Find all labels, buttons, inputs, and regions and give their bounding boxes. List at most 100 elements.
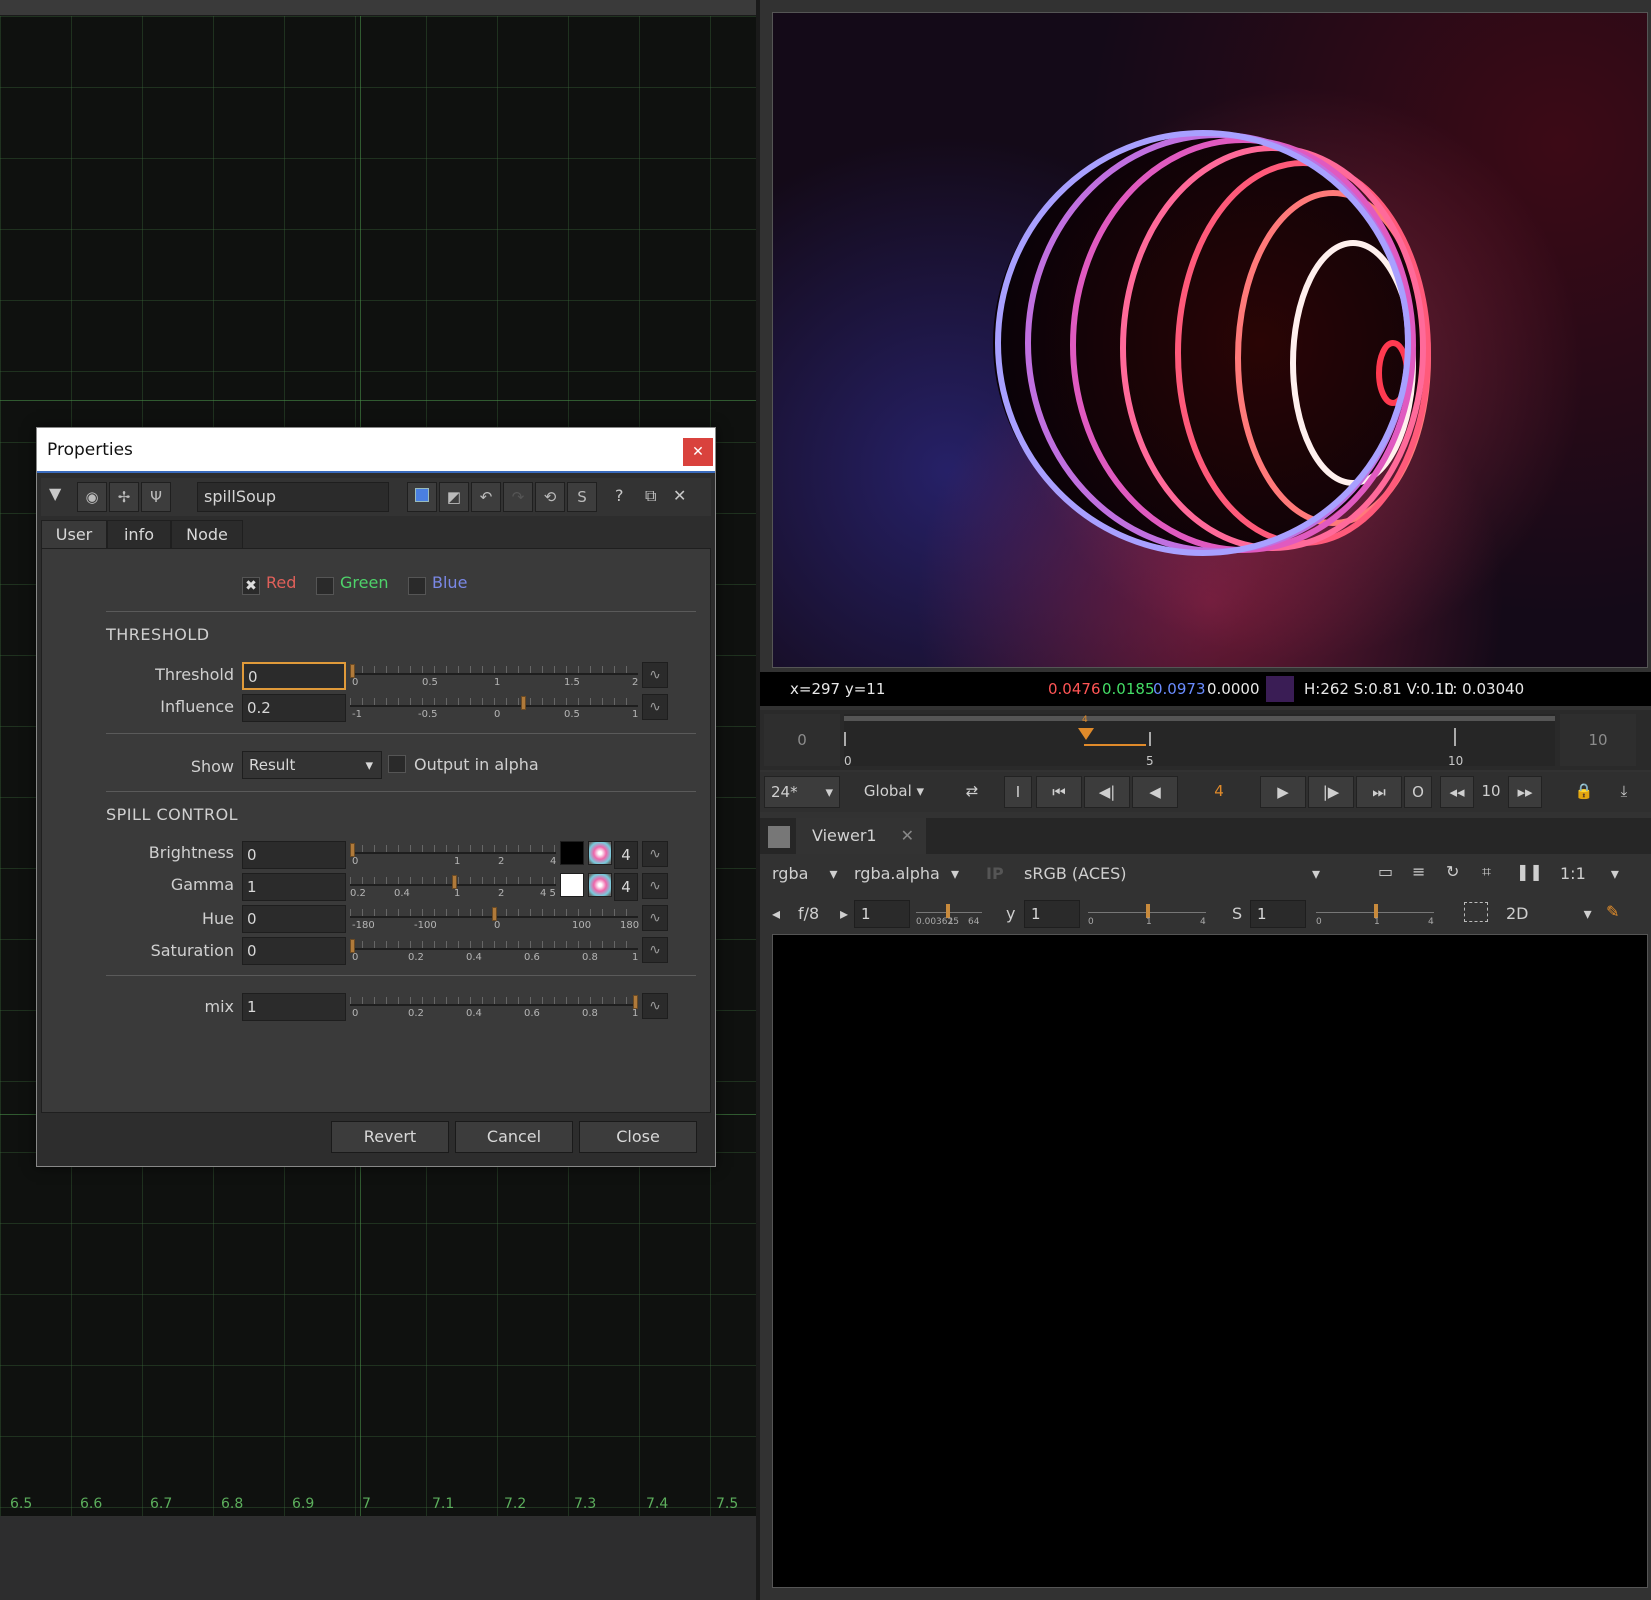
playhead-marker-icon[interactable] — [1078, 728, 1094, 740]
gamma-color-swatch[interactable] — [560, 873, 584, 897]
gamma-field[interactable]: 1 — [1024, 900, 1080, 928]
last-frame-button[interactable]: ⏭ — [1356, 776, 1402, 808]
gamma-slider[interactable]: 0.2 0.4 1 2 4 5 — [350, 873, 556, 901]
step-increment-field[interactable]: 10 — [1476, 776, 1506, 808]
influence-slider[interactable]: -1 -0.5 0 0.5 1 — [350, 694, 638, 722]
slider-knob[interactable] — [1146, 904, 1150, 918]
threshold-input[interactable]: 0 — [242, 662, 346, 690]
slider-knob[interactable] — [350, 664, 355, 678]
red-checkbox[interactable]: ✖ — [242, 577, 260, 595]
saturation-slider[interactable]: 0 1 4 — [1316, 900, 1434, 928]
undo-button[interactable]: ↶ — [471, 482, 501, 512]
input-process-toggle[interactable]: IP — [986, 864, 1004, 883]
gain-field[interactable]: 1 — [854, 900, 910, 928]
saturation-animation-button[interactable]: ∿ — [642, 937, 668, 963]
frame-range-mode-dropdown[interactable]: Global ▾ — [844, 776, 944, 808]
influence-input[interactable]: 0.2 — [242, 694, 346, 722]
hue-input[interactable]: 0 — [242, 905, 346, 933]
slider-knob[interactable] — [492, 907, 497, 921]
fstop-decrease-icon[interactable]: ◂ — [772, 904, 780, 923]
help-icon[interactable]: ? — [615, 486, 624, 505]
viewer-image[interactable] — [772, 12, 1648, 668]
mix-input[interactable]: 1 — [242, 993, 346, 1021]
gamma-input[interactable]: 1 — [242, 873, 346, 901]
threshold-animation-button[interactable]: ∿ — [642, 662, 668, 688]
saturation-field[interactable]: 1 — [1250, 900, 1306, 928]
fps-dropdown[interactable]: 24* ▾ — [764, 776, 840, 808]
view-mode-dropdown[interactable]: 2D ▾ — [1506, 904, 1592, 923]
color-wheel-icon[interactable] — [588, 841, 612, 865]
slider-knob[interactable] — [350, 939, 355, 953]
lines-icon[interactable]: ≡ — [1412, 862, 1425, 881]
gamma-channel-count[interactable]: 4 — [614, 873, 638, 901]
lock-range-button[interactable]: 🔒 — [1566, 776, 1602, 808]
gamma-slider[interactable]: 0 1 4 — [1088, 900, 1206, 928]
slider-knob[interactable] — [350, 843, 355, 857]
bypass-button[interactable]: ✢ — [109, 482, 139, 512]
refresh-icon[interactable]: ↻ — [1446, 862, 1459, 881]
close-icon[interactable]: ✕ — [901, 818, 914, 854]
step-forward-button[interactable]: ▸▸ — [1508, 776, 1542, 808]
brightness-slider[interactable]: 0 1 2 4 — [350, 841, 556, 869]
tab-user[interactable]: User — [41, 520, 107, 550]
timeline-track[interactable]: 4 0 5 10 — [844, 714, 1555, 768]
close-button[interactable]: Close — [579, 1121, 697, 1153]
prev-keyframe-button[interactable]: ◀| — [1084, 776, 1130, 808]
saturation-slider[interactable]: 0 0.2 0.4 0.6 0.8 1 — [350, 937, 638, 965]
play-backward-button[interactable]: ◀ — [1132, 776, 1178, 808]
saturation-input[interactable]: 0 — [242, 937, 346, 965]
timeline-end-frame[interactable]: 10 — [1560, 714, 1636, 766]
brightness-channel-count[interactable]: 4 — [614, 841, 638, 869]
color-picker-icon[interactable]: ✎ — [1606, 902, 1619, 921]
next-keyframe-button[interactable]: |▶ — [1308, 776, 1354, 808]
slider-knob[interactable] — [633, 995, 638, 1009]
tab-node[interactable]: Node — [171, 520, 243, 550]
revert-button[interactable]: ⟲ — [535, 482, 565, 512]
gamma-animation-button[interactable]: ∿ — [642, 873, 668, 899]
alpha-channel-dropdown[interactable]: rgba.alpha ▾ — [854, 864, 959, 883]
out-point-button[interactable]: O — [1404, 776, 1432, 808]
tile-color-button[interactable] — [407, 482, 437, 512]
node-color-button[interactable]: ◉ — [77, 482, 107, 512]
slider-knob[interactable] — [946, 904, 950, 918]
slider-knob[interactable] — [452, 875, 457, 889]
edit-button[interactable]: ◩ — [439, 482, 469, 512]
redo-button[interactable]: ↷ — [503, 482, 533, 512]
slider-knob[interactable] — [521, 696, 526, 710]
brightness-input[interactable]: 0 — [242, 841, 346, 869]
pause-icon[interactable]: ❚❚ — [1516, 862, 1543, 881]
color-wheel-icon[interactable] — [588, 873, 612, 897]
collapse-icon[interactable]: ▼ — [49, 484, 61, 503]
colorspace-dropdown[interactable]: sRGB (ACES) — [1024, 864, 1127, 883]
float-icon[interactable]: ⧉ — [645, 486, 656, 506]
fstop-increase-icon[interactable]: ▸ — [840, 904, 848, 923]
hue-animation-button[interactable]: ∿ — [642, 905, 668, 931]
brightness-color-swatch[interactable] — [560, 841, 584, 865]
step-back-button[interactable]: ◂◂ — [1440, 776, 1474, 808]
roi-icon[interactable] — [1464, 902, 1488, 922]
in-point-button[interactable]: I — [1004, 776, 1032, 808]
zoom-dropdown[interactable]: 1:1 ▾ — [1560, 864, 1619, 883]
revert-button[interactable]: Revert — [331, 1121, 449, 1153]
playback-mode-button[interactable]: ⇄ — [952, 776, 992, 808]
cancel-button[interactable]: Cancel — [455, 1121, 573, 1153]
gain-slider[interactable]: 0.003625 1 64 — [916, 900, 982, 928]
threshold-slider[interactable]: 0 0.5 1 1.5 2 — [350, 662, 638, 690]
playback-settings-button[interactable]: ⤓ — [1606, 776, 1642, 808]
mix-slider[interactable]: 0 0.2 0.4 0.6 0.8 1 — [350, 993, 638, 1021]
script-button[interactable]: S — [567, 482, 597, 512]
first-frame-button[interactable]: ⏮ — [1036, 776, 1082, 808]
current-frame-field[interactable]: 4 — [1182, 776, 1256, 808]
tab-viewer1[interactable]: Viewer1 ✕ — [796, 818, 926, 854]
channels-dropdown[interactable]: rgba ▾ — [772, 864, 838, 883]
node-settings-button[interactable]: Ψ — [141, 482, 171, 512]
node-name-field[interactable]: spillSoup — [197, 482, 389, 512]
timeline-start-frame[interactable]: 0 — [764, 714, 840, 766]
output-alpha-checkbox[interactable] — [388, 755, 406, 773]
brightness-animation-button[interactable]: ∿ — [642, 841, 668, 867]
mix-animation-button[interactable]: ∿ — [642, 993, 668, 1019]
green-checkbox[interactable] — [316, 577, 334, 595]
close-icon[interactable]: ✕ — [673, 486, 686, 505]
crop-icon[interactable]: ⌗ — [1482, 862, 1491, 882]
influence-animation-button[interactable]: ∿ — [642, 694, 668, 720]
